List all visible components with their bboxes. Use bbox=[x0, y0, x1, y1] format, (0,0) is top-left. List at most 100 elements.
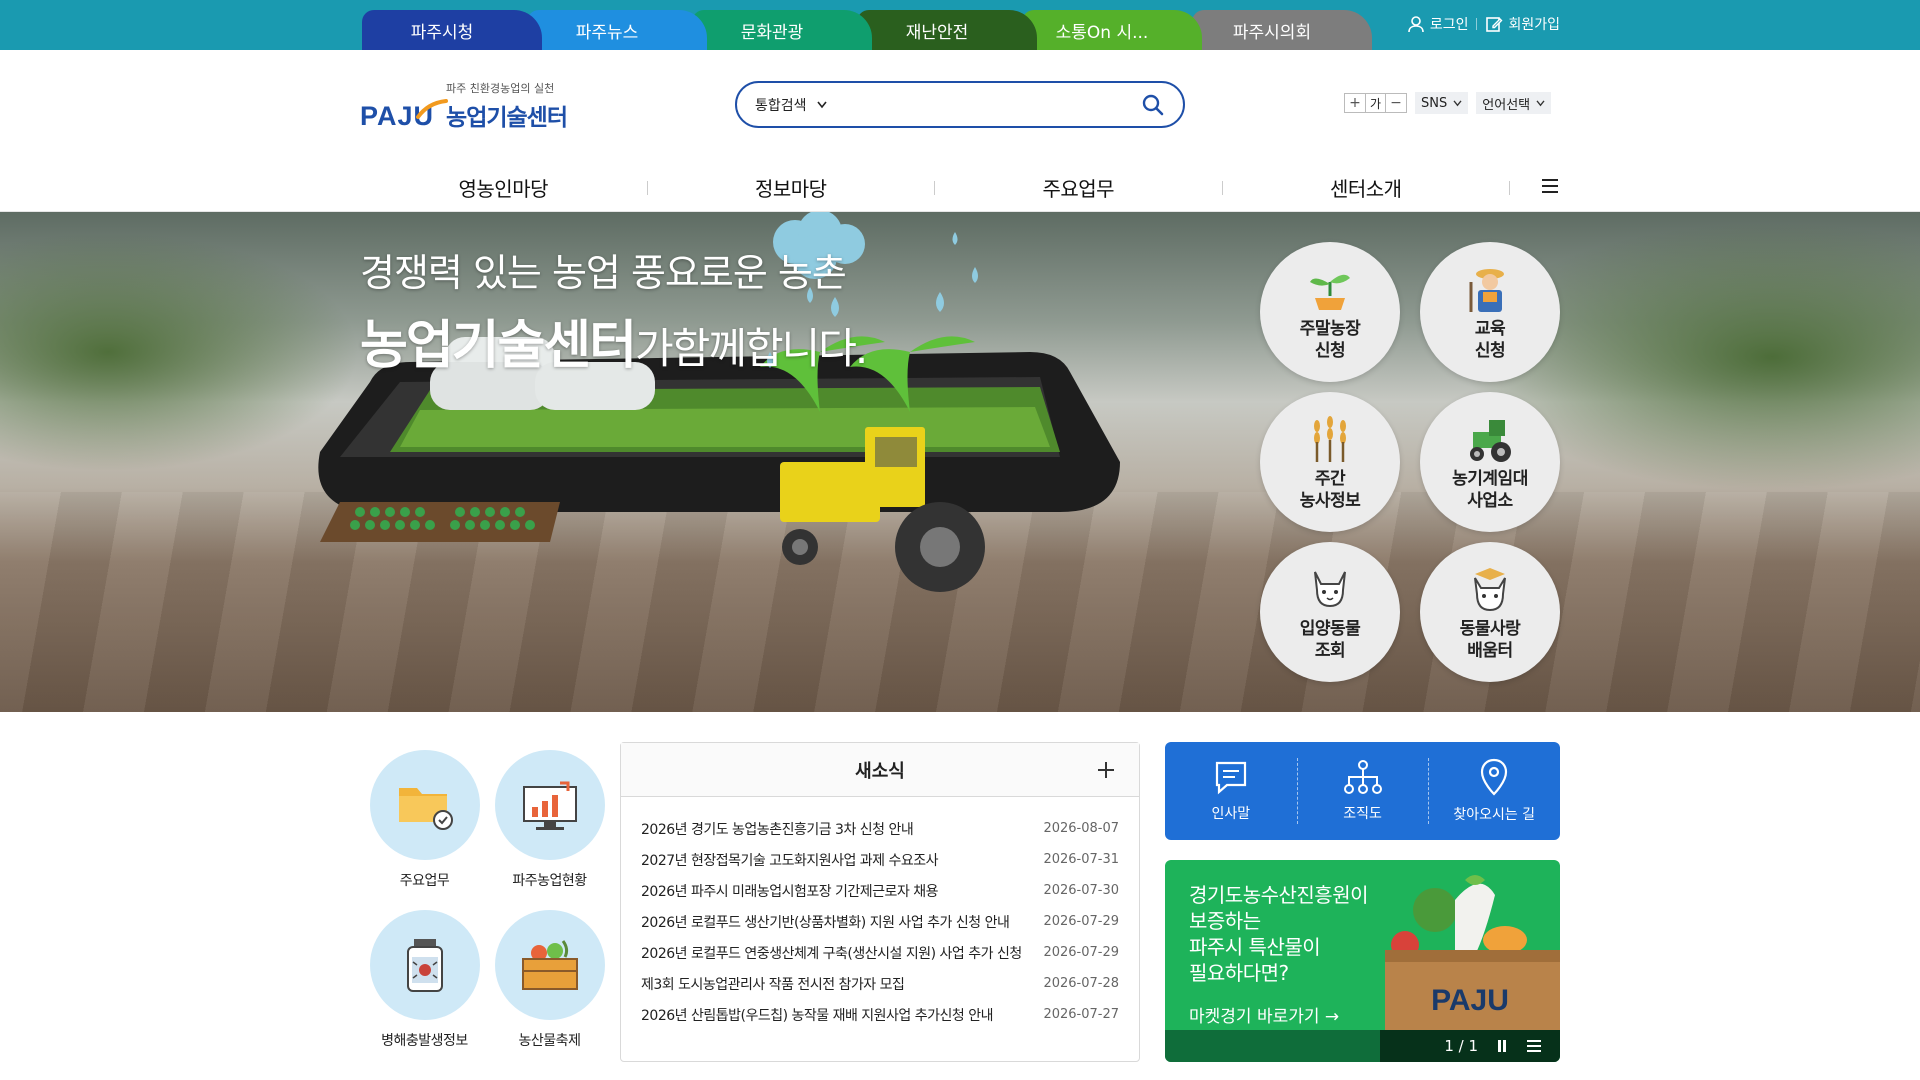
quick-weekend-farm[interactable]: 주말농장 신청 bbox=[1260, 242, 1400, 382]
quick-animal-love-school[interactable]: 동물사랑 배움터 bbox=[1420, 542, 1560, 682]
news-item[interactable]: 2026년 경기도 농업농촌진흥기금 3차 신청 안내 2026-08-07 bbox=[641, 813, 1119, 844]
sns-dropdown[interactable]: SNS bbox=[1415, 92, 1469, 114]
sprout-icon bbox=[1310, 274, 1350, 310]
quick-circle-label: 교육 신청 bbox=[1474, 319, 1506, 361]
quick-machinery-rental[interactable]: 농기계임대 사업소 bbox=[1420, 392, 1560, 532]
info-link-label: 인사말 bbox=[1211, 806, 1251, 822]
quick-weekly-farming-info[interactable]: 주간 농사정보 bbox=[1260, 392, 1400, 532]
banner-market-link[interactable]: 마켓경기 바로가기 → bbox=[1189, 1002, 1339, 1027]
quick-circle-label: 주간 농사정보 bbox=[1299, 469, 1361, 511]
site-tab-label: 문화관광 bbox=[740, 22, 804, 43]
site-tab-label: 파주시의회 bbox=[1232, 22, 1312, 43]
search-bar: 통합검색 bbox=[735, 81, 1185, 128]
news-more-button[interactable] bbox=[1093, 757, 1119, 783]
graduate-cat-icon bbox=[1474, 568, 1506, 612]
font-size-decrease-button[interactable]: − bbox=[1386, 94, 1406, 112]
site-tabs: 파주시청 파주뉴스 문화관광 재난안전 소통On 시... 파주시의회 bbox=[362, 10, 1372, 50]
news-item[interactable]: 2027년 현장접목기술 고도화지원사업 과제 수요조사 2026-07-31 bbox=[641, 844, 1119, 875]
org-chart-icon bbox=[1343, 760, 1382, 794]
logo-name: 농업기술센터 bbox=[446, 105, 568, 131]
util-divider bbox=[1476, 18, 1478, 30]
site-logo[interactable]: PAJU 파주 친환경농업의 실천 농업기술센터 bbox=[360, 80, 570, 132]
search-button[interactable] bbox=[1137, 89, 1169, 121]
top-utility: 로그인 회원가입 bbox=[1407, 14, 1560, 34]
news-item-title: 제3회 도시농업관리사 작품 전시전 참가자 모집 bbox=[641, 976, 905, 993]
language-dropdown[interactable]: 언어선택 bbox=[1476, 92, 1552, 114]
login-link[interactable]: 로그인 bbox=[1407, 14, 1468, 34]
tile-pest-info[interactable]: 병해충발생정보 bbox=[362, 910, 487, 1050]
site-tab-culture-tour[interactable]: 문화관광 bbox=[692, 10, 872, 50]
hero-line2-bold: 농업기술센터 bbox=[360, 316, 637, 376]
language-label: 언어선택 bbox=[1482, 97, 1531, 113]
edit-icon bbox=[1486, 17, 1503, 32]
tile-circle bbox=[369, 750, 480, 860]
hero-copy: 경쟁력 있는 농업 풍요로운 농촌 농업기술센터가함께합니다. bbox=[360, 242, 868, 378]
search-scope-select[interactable]: 통합검색 bbox=[755, 95, 827, 115]
search-icon bbox=[1142, 94, 1164, 115]
news-item[interactable]: 2026년 파주시 미래농업시험포장 기간제근로자 채용 2026-07-30 bbox=[641, 875, 1119, 906]
site-tab-communication[interactable]: 소통On 시... bbox=[1022, 10, 1202, 50]
gnb-divider bbox=[1509, 180, 1510, 195]
banner-box-label: PAJU bbox=[1431, 984, 1509, 1017]
news-item[interactable]: 2026년 산림톱밥(우드칩) 농작물 재배 지원사업 추가신청 안내 2026-… bbox=[641, 999, 1119, 1030]
gnb-item-farmers-yard[interactable]: 영농인마당 bbox=[360, 173, 647, 202]
tile-main-work[interactable]: 주요업무 bbox=[362, 750, 487, 890]
banner-pause-button[interactable] bbox=[1496, 1039, 1508, 1053]
promo-banner: 경기도농수산진흥원이 보증하는 파주시 특산물이 필요하다면? 마켓경기 바로가… bbox=[1165, 860, 1560, 1062]
pause-icon bbox=[1498, 1040, 1506, 1052]
main-navigation: 영농인마당 정보마당 주요업무 센터소개 bbox=[360, 165, 1560, 210]
news-item[interactable]: 제3회 도시농업관리사 작품 전시전 참가자 모집 2026-07-28 bbox=[641, 968, 1119, 999]
quick-circle-label: 농기계임대 사업소 bbox=[1452, 469, 1528, 511]
speech-icon bbox=[1215, 761, 1246, 795]
site-tab-disaster-safety[interactable]: 재난안전 bbox=[857, 10, 1037, 50]
banner-list-button[interactable] bbox=[1526, 1039, 1542, 1053]
info-link-greeting[interactable]: 인사말 bbox=[1165, 742, 1297, 840]
news-item-date: 2026-08-07 bbox=[1043, 821, 1119, 836]
info-link-directions[interactable]: 찾아오시는 길 bbox=[1428, 742, 1560, 840]
tile-label: 병해충발생정보 bbox=[381, 1033, 468, 1049]
font-size-control: + 가 − bbox=[1344, 93, 1408, 113]
news-item-date: 2026-07-30 bbox=[1043, 883, 1119, 898]
tile-agri-festival[interactable]: 농산물축제 bbox=[487, 910, 612, 1050]
banner-text: 경기도농수산진흥원이 보증하는 파주시 특산물이 필요하다면? bbox=[1189, 883, 1369, 985]
news-item-date: 2026-07-31 bbox=[1043, 852, 1119, 867]
news-item[interactable]: 2026년 로컬푸드 생산기반(상품차별화) 지원 사업 추가 신청 안내 202… bbox=[641, 906, 1119, 937]
news-item-date: 2026-07-28 bbox=[1043, 976, 1119, 991]
news-item-title: 2026년 로컬푸드 생산기반(상품차별화) 지원 사업 추가 신청 안내 bbox=[641, 914, 1010, 931]
site-tab-paju-news[interactable]: 파주뉴스 bbox=[527, 10, 707, 50]
news-item-title: 2026년 파주시 미래농업시험포장 기간제근로자 채용 bbox=[641, 883, 939, 900]
tile-label: 주요업무 bbox=[399, 873, 450, 889]
produce-box-illustration: PAJU bbox=[1385, 875, 1560, 1030]
gnb-item-center-intro[interactable]: 센터소개 bbox=[1223, 173, 1510, 202]
chevron-down-icon bbox=[1536, 99, 1545, 106]
tile-circle bbox=[369, 910, 480, 1020]
farmer-icon bbox=[1469, 269, 1504, 312]
quick-adoptable-animals[interactable]: 입양동물 조회 bbox=[1260, 542, 1400, 682]
news-item[interactable]: 2026년 로컬푸드 연중생산체계 구축(생산시설 지원) 사업 추가 신청 20… bbox=[641, 937, 1119, 968]
hero-line1: 경쟁력 있는 농업 풍요로운 농촌 bbox=[360, 251, 847, 295]
quick-circle-label: 입양동물 조회 bbox=[1299, 619, 1361, 661]
info-link-org-chart[interactable]: 조직도 bbox=[1296, 742, 1429, 840]
quick-education[interactable]: 교육 신청 bbox=[1420, 242, 1560, 382]
quick-circle-label: 동물사랑 배움터 bbox=[1459, 619, 1521, 661]
quick-tiles: 주요업무 파주농업현황 병해충발생정보 농산물축제 bbox=[362, 750, 612, 1060]
chevron-down-icon bbox=[816, 101, 827, 108]
banner-controls: 1 / 1 bbox=[1380, 1030, 1560, 1062]
gnb-item-info-yard[interactable]: 정보마당 bbox=[648, 173, 935, 202]
site-tab-city-council[interactable]: 파주시의회 bbox=[1192, 10, 1372, 50]
search-input[interactable] bbox=[844, 89, 1137, 120]
tile-paju-agri-status[interactable]: 파주농업현황 bbox=[487, 750, 612, 890]
font-size-increase-button[interactable]: + bbox=[1345, 94, 1365, 112]
join-link[interactable]: 회원가입 bbox=[1485, 14, 1560, 34]
user-icon bbox=[1408, 16, 1424, 33]
quick-circle-label: 주말농장 신청 bbox=[1299, 319, 1361, 361]
folder-check-icon bbox=[398, 788, 453, 830]
gnb-item-main-work[interactable]: 주요업무 bbox=[935, 173, 1222, 202]
all-menu-button[interactable] bbox=[1540, 178, 1560, 198]
hero-line2-rest: 가함께합니다. bbox=[635, 324, 868, 373]
news-item-date: 2026-07-29 bbox=[1043, 914, 1119, 929]
news-item-date: 2026-07-29 bbox=[1043, 945, 1119, 960]
tile-label: 파주농업현황 bbox=[512, 873, 587, 889]
site-tab-paju-city[interactable]: 파주시청 bbox=[362, 10, 542, 50]
tractor-icon bbox=[1470, 420, 1511, 462]
